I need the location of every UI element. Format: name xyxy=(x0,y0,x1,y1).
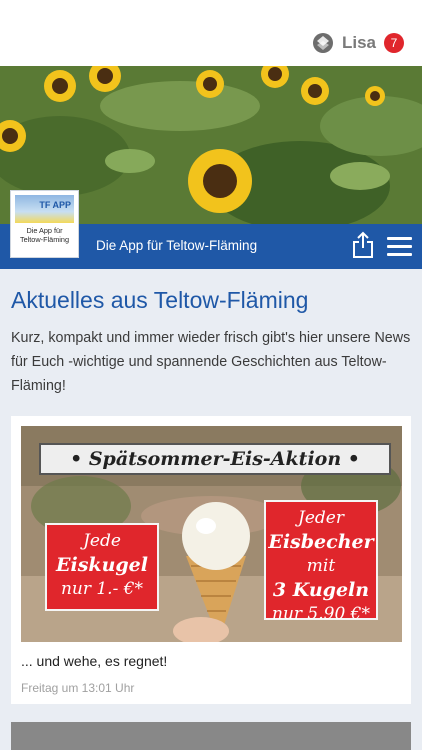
app-tagline: Die App für Teltow-Fläming xyxy=(96,238,258,253)
news-caption[interactable]: ... und wehe, es regnet! xyxy=(21,653,167,669)
news-card-next[interactable] xyxy=(11,722,411,750)
logo-subtitle: Die App für Teltow-Fläming xyxy=(15,226,74,244)
logo-graphic: TF APP xyxy=(15,195,74,223)
menu-line xyxy=(387,237,412,240)
network-icon xyxy=(312,33,333,53)
user-menu[interactable]: Lisa 7 xyxy=(312,32,404,54)
offer-line: Eisbecher xyxy=(268,531,374,553)
offer-line: Jeder xyxy=(298,508,344,528)
logo-subtitle-line2: Teltow-Fläming xyxy=(19,235,70,244)
offer-line: Jede xyxy=(83,531,121,551)
share-icon[interactable] xyxy=(351,231,375,259)
user-name[interactable]: Lisa xyxy=(342,33,376,53)
logo-text: TF APP xyxy=(39,200,71,210)
intro-text: Kurz, kompakt und immer wieder frisch gi… xyxy=(11,330,411,394)
news-card[interactable]: • Spätsommer-Eis-Aktion • Jede Eiskugel … xyxy=(11,416,411,704)
menu-line xyxy=(387,253,412,256)
news-timestamp: Freitag um 13:01 Uhr xyxy=(21,681,135,695)
offer-line: Eiskugel xyxy=(56,554,148,576)
menu-line xyxy=(387,245,412,248)
page-title: Aktuelles aus Teltow-Fläming xyxy=(11,287,309,313)
offer-line: nur 1.- €* xyxy=(60,579,144,599)
promo-banner: • Spätsommer-Eis-Aktion • xyxy=(39,443,391,475)
logo-subtitle-line1: Die App für xyxy=(26,226,63,235)
news-image[interactable]: • Spätsommer-Eis-Aktion • Jede Eiskugel … xyxy=(21,426,402,642)
offer-line: 3 Kugeln xyxy=(272,579,370,601)
offer-line: nur 5.90 €* xyxy=(272,604,370,624)
offer-sundae: Jeder Eisbecher mit 3 Kugeln nur 5.90 €* xyxy=(264,500,378,624)
app-logo[interactable]: TF APP Die App für Teltow-Fläming xyxy=(10,190,79,258)
top-bar: Lisa 7 xyxy=(0,0,422,66)
hamburger-menu-icon[interactable] xyxy=(387,237,412,257)
offer-single-scoop: Jede Eiskugel nur 1.- €* xyxy=(45,523,159,611)
offer-line: mit xyxy=(306,556,336,576)
notification-badge[interactable]: 7 xyxy=(384,33,404,53)
